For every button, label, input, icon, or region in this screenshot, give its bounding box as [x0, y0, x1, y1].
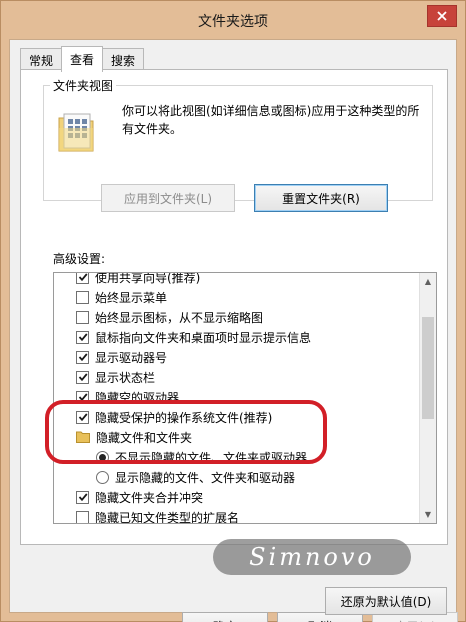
checkbox-checked[interactable] — [76, 350, 89, 364]
checkbox-unchecked[interactable] — [76, 310, 89, 324]
option-label: 隐藏文件和文件夹 — [96, 430, 193, 445]
folder-options-dialog: 文件夹选项 常规 查看 搜索 文件夹视图 你可以将此视图(如详细信息或图标)应用… — [0, 0, 466, 622]
dialog-client: 常规 查看 搜索 文件夹视图 你可以将此视图(如详细信息或图标)应用于这种类型的… — [9, 39, 458, 622]
advanced-settings-items: 使用共享向导(推荐) 始终显示菜单始终显示图标，从不显示缩略图鼠标指向文件夹和桌面… — [54, 272, 420, 524]
reset-folders-button[interactable]: 重置文件夹(R) — [254, 184, 388, 212]
apply-to-folders-button[interactable]: 应用到文件夹(L) — [101, 184, 235, 212]
tab-search[interactable]: 搜索 — [102, 48, 145, 70]
folder-views-title: 文件夹视图 — [50, 77, 117, 94]
checkbox-option[interactable]: 使用共享向导(推荐) — [54, 272, 420, 287]
scroll-thumb[interactable] — [422, 317, 434, 419]
radio-unselected[interactable] — [96, 470, 109, 484]
folder-icon — [76, 431, 90, 443]
checkbox-checked[interactable] — [76, 390, 89, 404]
checkbox-option[interactable]: 隐藏文件夹合并冲突 — [54, 487, 420, 507]
restore-defaults-button[interactable]: 还原为默认值(D) — [325, 587, 447, 615]
tab-strip: 常规 查看 搜索 — [20, 46, 145, 72]
checkbox-option[interactable]: 显示状态栏 — [54, 367, 420, 387]
vertical-scrollbar[interactable]: ▲ ▼ — [419, 273, 436, 523]
close-icon — [437, 11, 447, 21]
checkbox-checked[interactable] — [76, 370, 89, 384]
option-label: 隐藏受保护的操作系统文件(推荐) — [95, 410, 273, 425]
radio-option[interactable]: 显示隐藏的文件、文件夹和驱动器 — [54, 467, 420, 487]
option-label: 鼠标指向文件夹和桌面项时显示提示信息 — [95, 330, 312, 345]
window-title: 文件夹选项 — [198, 14, 268, 30]
option-label: 使用共享向导(推荐) — [95, 272, 201, 285]
radio-selected[interactable] — [96, 450, 109, 464]
checkbox-checked[interactable] — [76, 410, 89, 424]
checkbox-option[interactable]: 始终显示菜单 — [54, 287, 420, 307]
checkbox-option[interactable]: 显示驱动器号 — [54, 347, 420, 367]
option-label: 隐藏已知文件类型的扩展名 — [95, 510, 240, 524]
checkbox-checked[interactable] — [76, 273, 89, 284]
option-label: 显示状态栏 — [95, 370, 156, 385]
option-label: 显示隐藏的文件、文件夹和驱动器 — [115, 470, 296, 485]
checkbox-unchecked[interactable] — [76, 510, 89, 523]
watermark: Simnovo — [213, 539, 411, 575]
scroll-up-icon[interactable]: ▲ — [420, 273, 436, 290]
radio-option[interactable]: 不显示隐藏的文件、文件夹或驱动器 — [54, 447, 420, 467]
ok-button[interactable]: 确定 — [182, 612, 268, 622]
advanced-settings-label: 高级设置: — [53, 252, 106, 266]
folder-views-description: 你可以将此视图(如详细信息或图标)应用于这种类型的所有文件夹。 — [122, 104, 420, 136]
scroll-down-icon[interactable]: ▼ — [420, 506, 436, 523]
checkbox-unchecked[interactable] — [76, 290, 89, 304]
option-label: 显示驱动器号 — [95, 350, 168, 365]
option-label: 隐藏空的驱动器 — [95, 390, 180, 405]
checkbox-checked[interactable] — [76, 330, 89, 344]
checkbox-option[interactable]: 始终显示图标，从不显示缩略图 — [54, 307, 420, 327]
checkbox-option[interactable]: 隐藏已知文件类型的扩展名 — [54, 507, 420, 524]
checkbox-option[interactable]: 隐藏受保护的操作系统文件(推荐) — [54, 407, 420, 427]
option-label: 始终显示菜单 — [95, 290, 168, 305]
checkbox-option[interactable]: 隐藏空的驱动器 — [54, 387, 420, 407]
option-label: 始终显示图标，从不显示缩略图 — [95, 310, 264, 325]
view-tab-panel: 文件夹视图 你可以将此视图(如详细信息或图标)应用于这种类型的所有文件夹。 应用… — [20, 69, 448, 615]
option-label: 不显示隐藏的文件、文件夹或驱动器 — [115, 450, 308, 465]
advanced-settings-list[interactable]: 使用共享向导(推荐) 始终显示菜单始终显示图标，从不显示缩略图鼠标指向文件夹和桌面… — [53, 272, 437, 524]
tab-general[interactable]: 常规 — [20, 48, 63, 70]
folder-view-icon — [58, 113, 94, 152]
close-button[interactable] — [427, 5, 457, 27]
checkbox-option[interactable]: 鼠标指向文件夹和桌面项时显示提示信息 — [54, 327, 420, 347]
group-header: 隐藏文件和文件夹 — [54, 427, 420, 447]
checkbox-checked[interactable] — [76, 490, 89, 504]
title-bar: 文件夹选项 — [1, 1, 465, 39]
option-label: 隐藏文件夹合并冲突 — [95, 490, 204, 505]
tab-view[interactable]: 查看 — [61, 46, 104, 72]
